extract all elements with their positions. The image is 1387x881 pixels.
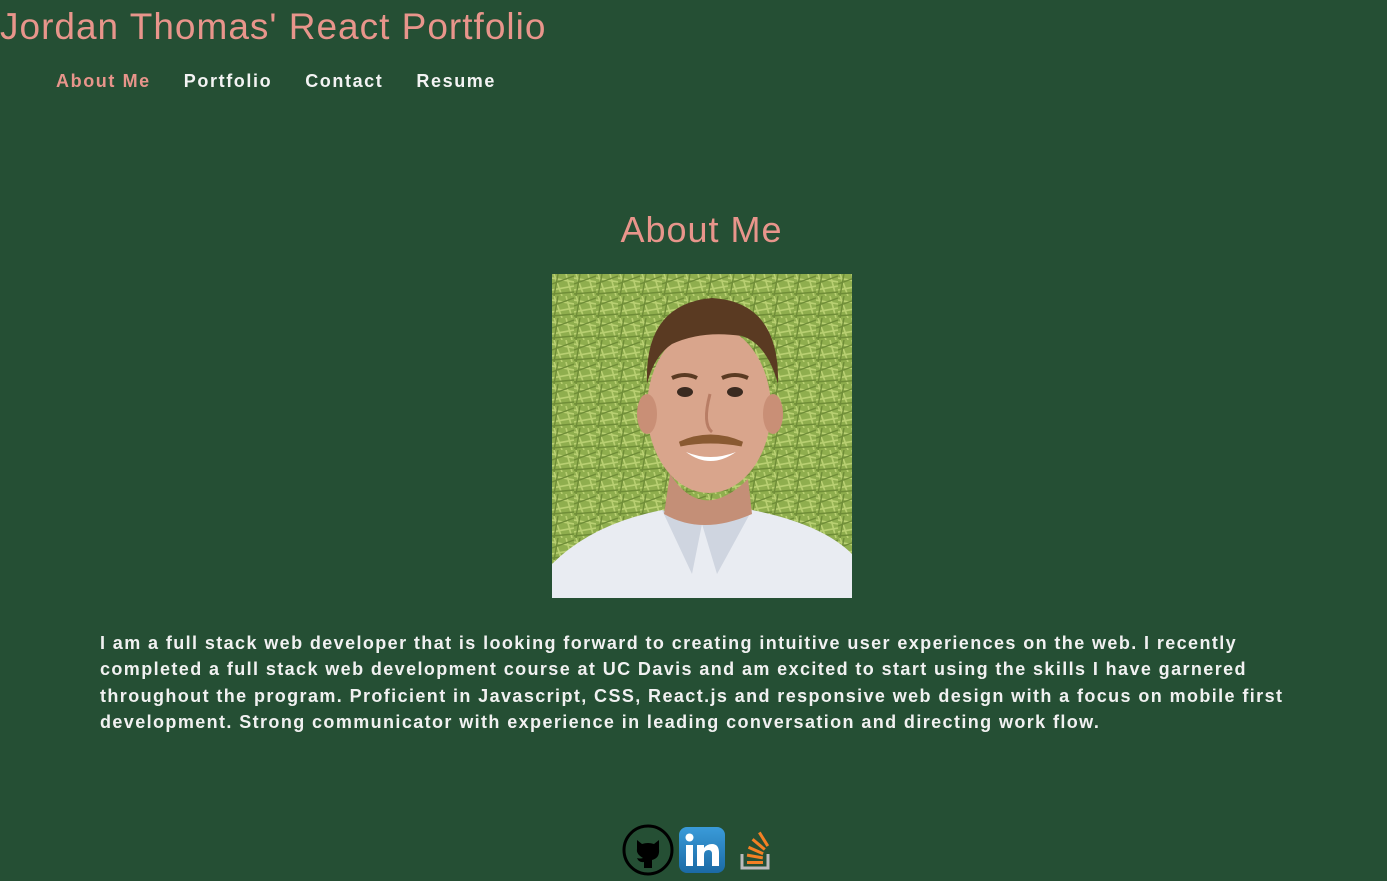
- github-icon: [622, 824, 674, 876]
- nav-about-me[interactable]: About Me: [56, 70, 151, 92]
- linkedin-icon: [679, 827, 725, 873]
- nav-resume[interactable]: Resume: [416, 70, 496, 92]
- nav-portfolio[interactable]: Portfolio: [184, 70, 272, 92]
- profile-photo: [552, 274, 852, 598]
- about-heading: About Me: [620, 209, 783, 250]
- nav-contact[interactable]: Contact: [305, 70, 383, 92]
- github-link[interactable]: [622, 824, 674, 876]
- site-title: Jordan Thomas' React Portfolio: [0, 6, 547, 47]
- social-links: [622, 824, 774, 876]
- stackoverflow-link[interactable]: [738, 828, 774, 872]
- bio-text: I am a full stack web developer that is …: [100, 633, 1284, 733]
- linkedin-link[interactable]: [678, 826, 726, 874]
- stackoverflow-icon: [740, 831, 770, 870]
- main-nav: About Me Portfolio Contact Resume: [56, 70, 529, 92]
